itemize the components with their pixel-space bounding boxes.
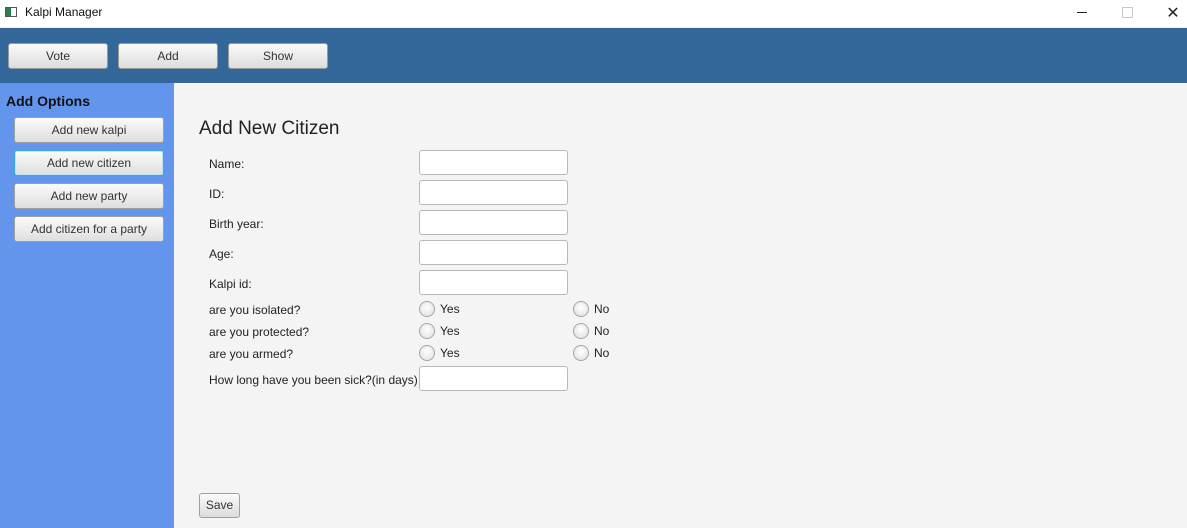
add-new-party-button[interactable]: Add new party xyxy=(14,183,164,209)
name-label: Name: xyxy=(209,157,245,171)
age-field[interactable] xyxy=(419,240,568,265)
armed-yes-radio[interactable] xyxy=(419,345,435,361)
id-label: ID: xyxy=(209,187,225,201)
id-field[interactable] xyxy=(419,180,568,205)
window-titlebar: Kalpi Manager ✕ xyxy=(0,0,1187,27)
show-button[interactable]: Show xyxy=(228,43,328,69)
add-new-citizen-button[interactable]: Add new citizen xyxy=(14,150,164,176)
armed-yes-label: Yes xyxy=(440,346,460,360)
name-field[interactable] xyxy=(419,150,568,175)
protected-yes-radio[interactable] xyxy=(419,323,435,339)
maximize-button[interactable] xyxy=(1104,0,1150,27)
age-label: Age: xyxy=(209,247,234,261)
maximize-icon xyxy=(1121,6,1133,18)
sidebar-title: Add Options xyxy=(6,93,90,109)
kalpi-id-field[interactable] xyxy=(419,270,568,295)
protected-yes-option[interactable]: Yes xyxy=(419,323,559,341)
window-title: Kalpi Manager xyxy=(25,5,103,19)
add-citizen-for-party-button[interactable]: Add citizen for a party xyxy=(14,216,164,242)
add-button[interactable]: Add xyxy=(118,43,218,69)
main-panel: Add New Citizen Name: ID: Birth year: Ag… xyxy=(174,83,1187,528)
isolated-yes-label: Yes xyxy=(440,302,460,316)
top-toolbar: Vote Add Show xyxy=(0,28,1187,83)
armed-yes-option[interactable]: Yes xyxy=(419,345,559,363)
vote-button[interactable]: Vote xyxy=(8,43,108,69)
protected-question-label: are you protected? xyxy=(209,325,310,339)
isolated-yes-radio[interactable] xyxy=(419,301,435,317)
save-button[interactable]: Save xyxy=(199,493,240,518)
page-title: Add New Citizen xyxy=(199,118,340,139)
sick-days-label: How long have you been sick?(in days) xyxy=(209,373,418,387)
isolated-question-label: are you isolated? xyxy=(209,303,301,317)
protected-no-radio[interactable] xyxy=(573,323,589,339)
birth-year-field[interactable] xyxy=(419,210,568,235)
armed-no-radio[interactable] xyxy=(573,345,589,361)
armed-question-label: are you armed? xyxy=(209,347,294,361)
sidebar: Add Options Add new kalpi Add new citize… xyxy=(0,83,174,528)
close-icon: ✕ xyxy=(1166,3,1180,22)
isolated-no-option[interactable]: No xyxy=(573,301,633,319)
minimize-button[interactable] xyxy=(1059,0,1105,27)
protected-no-option[interactable]: No xyxy=(573,323,633,341)
isolated-no-radio[interactable] xyxy=(573,301,589,317)
birth-year-label: Birth year: xyxy=(209,217,264,231)
minimize-icon xyxy=(1077,11,1087,13)
protected-no-label: No xyxy=(594,324,610,338)
app-icon xyxy=(5,7,17,17)
add-new-kalpi-button[interactable]: Add new kalpi xyxy=(14,117,164,143)
sick-days-field[interactable] xyxy=(419,366,568,391)
armed-no-label: No xyxy=(594,346,610,360)
protected-yes-label: Yes xyxy=(440,324,460,338)
close-button[interactable]: ✕ xyxy=(1150,0,1187,27)
isolated-no-label: No xyxy=(594,302,610,316)
armed-no-option[interactable]: No xyxy=(573,345,633,363)
kalpi-id-label: Kalpi id: xyxy=(209,277,252,291)
